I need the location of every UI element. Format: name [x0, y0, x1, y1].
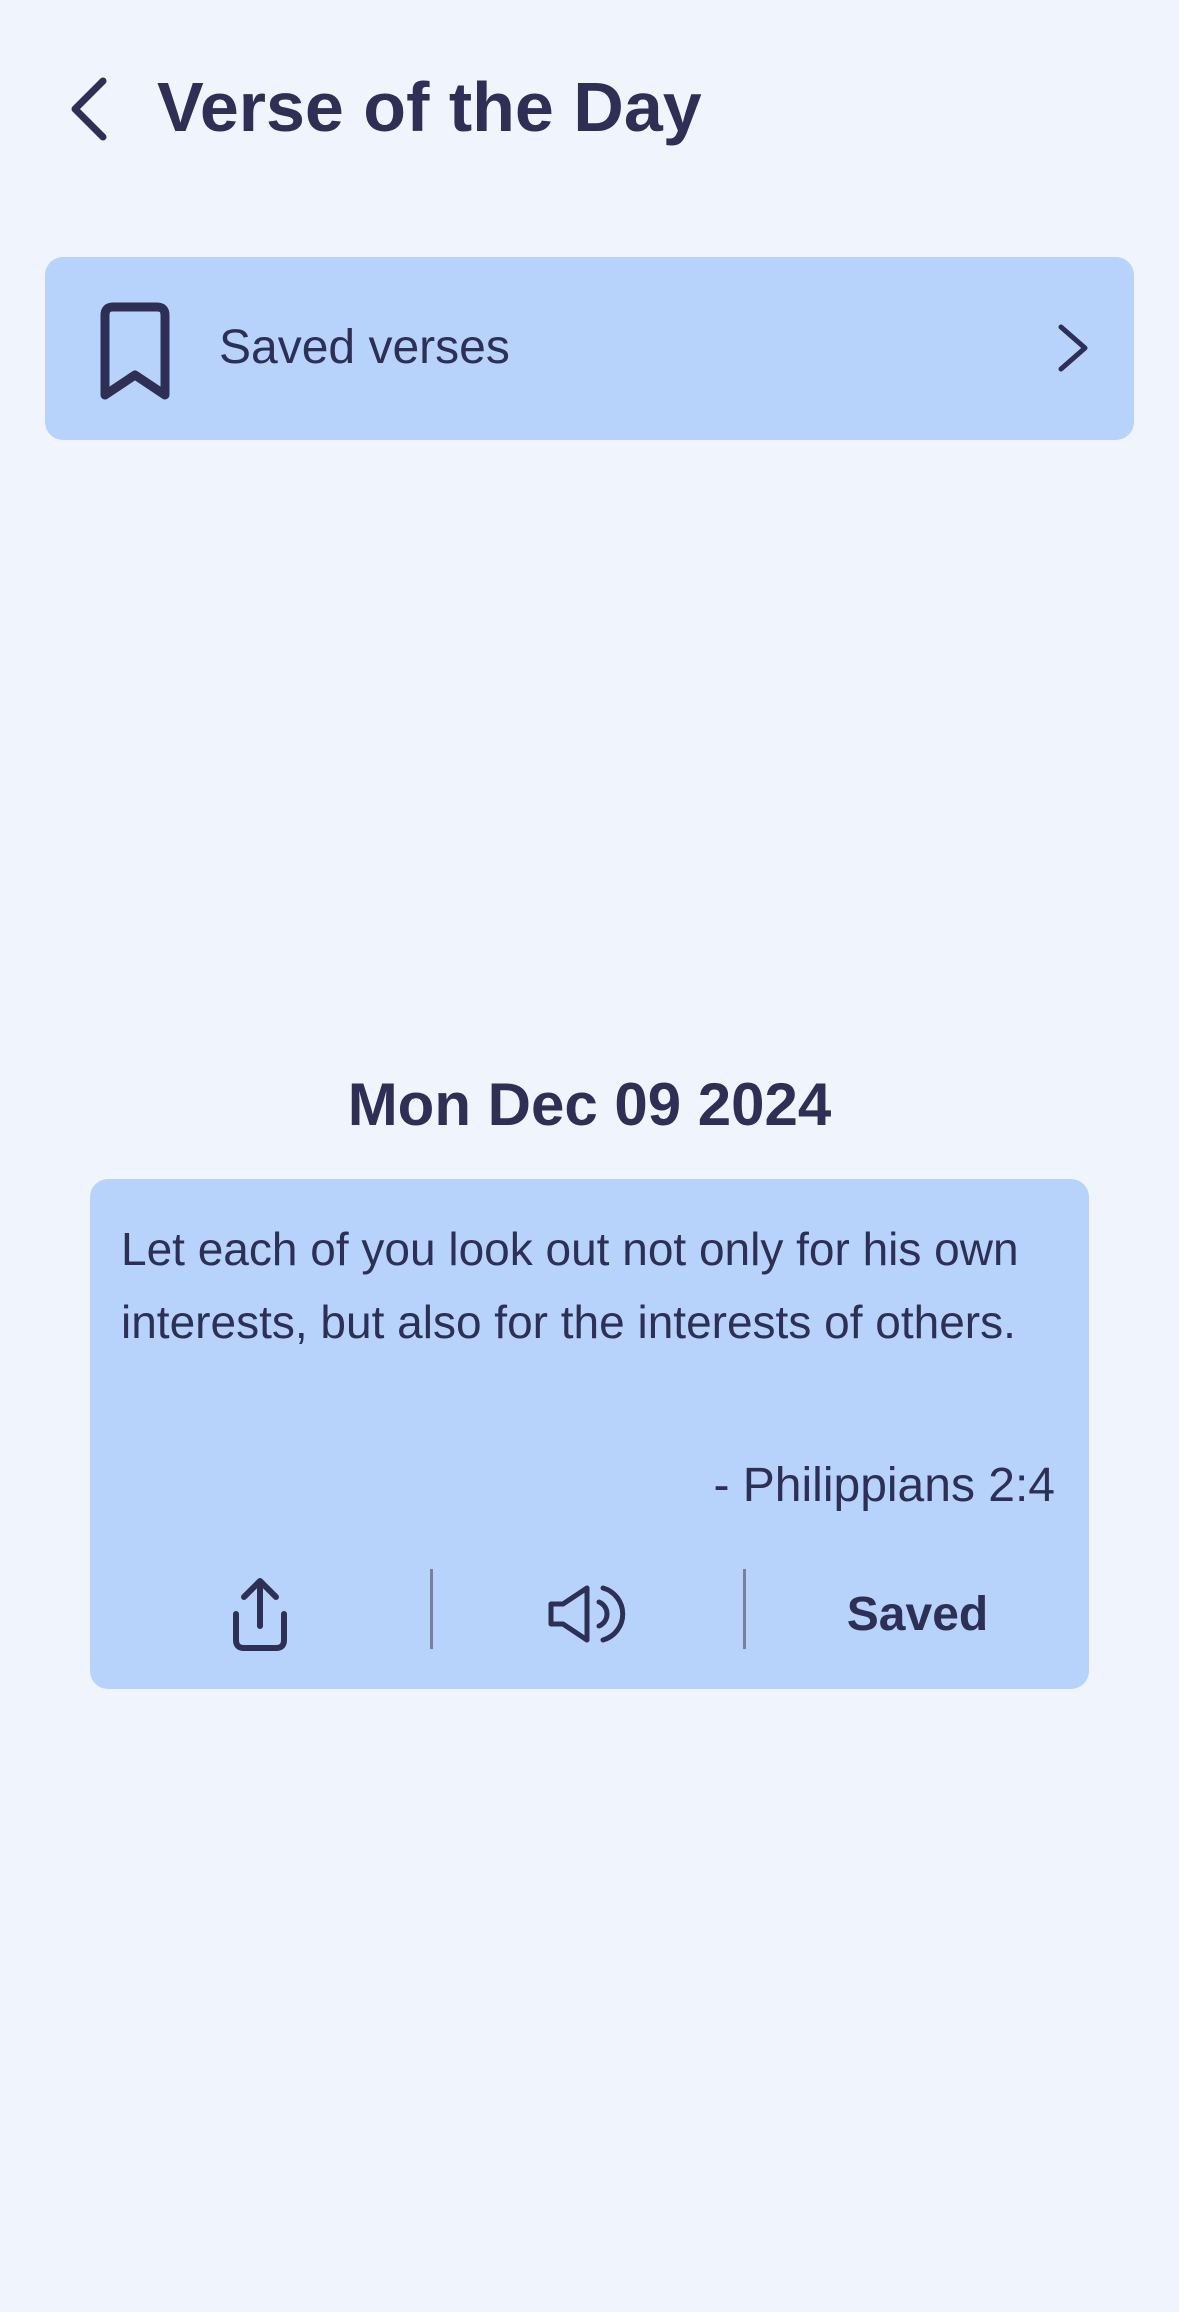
header: Verse of the Day [0, 0, 1179, 215]
saved-button[interactable]: Saved [746, 1569, 1089, 1659]
verse-card: Let each of you look out not only for hi… [90, 1179, 1089, 1689]
verse-date: Mon Dec 09 2024 [347, 1071, 832, 1138]
bookmark-icon [100, 302, 170, 400]
share-button[interactable] [90, 1569, 430, 1659]
share-icon [233, 1578, 287, 1651]
verse-actions: Saved [90, 1569, 1089, 1659]
saved-verses-label: Saved verses [219, 321, 510, 374]
chevron-left-icon [71, 77, 107, 141]
chevron-right-icon [1058, 324, 1088, 372]
speaker-icon [548, 1585, 626, 1643]
page-title: Verse of the Day [157, 68, 702, 146]
back-button[interactable] [62, 74, 116, 144]
verse-reference: - Philippians 2:4 [713, 1459, 1055, 1512]
listen-button[interactable] [433, 1569, 743, 1659]
verse-text: Let each of you look out not only for hi… [121, 1223, 1019, 1348]
saved-verses-row[interactable]: Saved verses [45, 257, 1134, 440]
